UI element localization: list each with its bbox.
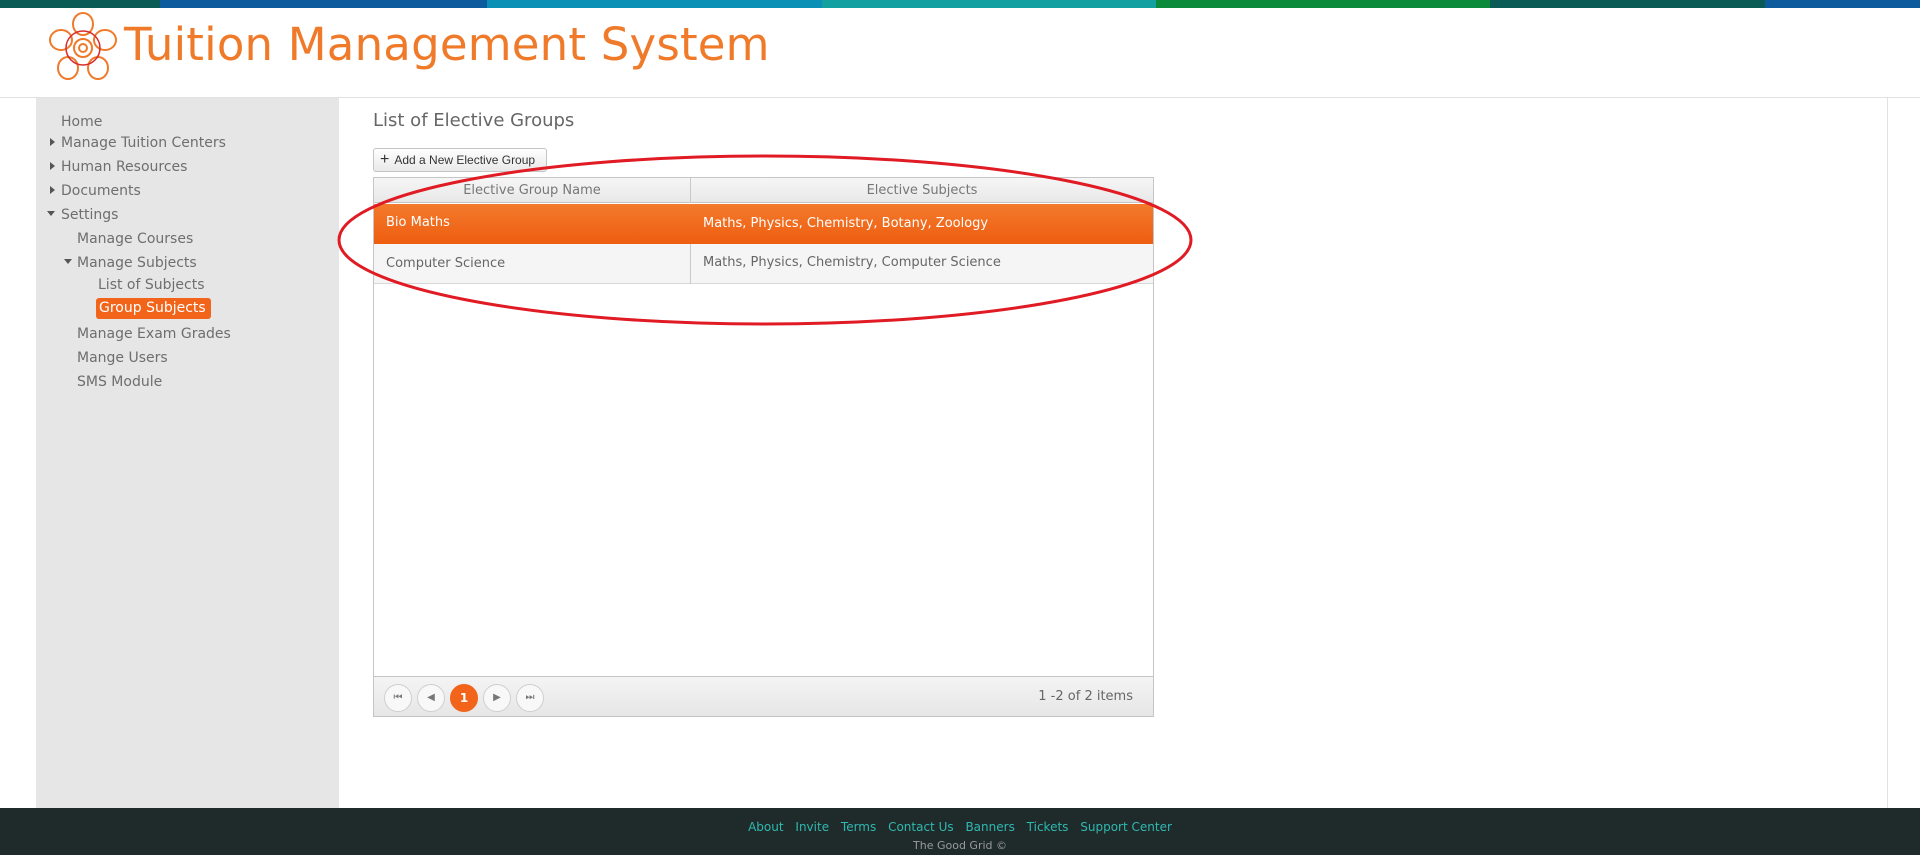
page-number-button[interactable]: 1	[450, 684, 478, 712]
cell-elective-subjects: Maths, Physics, Chemistry, Botany, Zoolo…	[703, 216, 989, 231]
add-elective-group-button[interactable]: + Add a New Elective Group	[373, 148, 547, 172]
cell-group-name: Computer Science	[386, 256, 506, 271]
elective-groups-grid: Elective Group Name Elective Subjects Bi…	[373, 177, 1154, 717]
content-right-border	[1887, 98, 1888, 808]
footer-link-banners[interactable]: Banners	[965, 820, 1014, 834]
footer-link-about[interactable]: About	[748, 820, 783, 834]
sidebar-item-home[interactable]: Home	[61, 113, 102, 131]
footer-link-contact-us[interactable]: Contact Us	[888, 820, 954, 834]
footer-link-tickets[interactable]: Tickets	[1027, 820, 1069, 834]
next-page-icon[interactable]: ▶	[483, 684, 511, 712]
footer-link-terms[interactable]: Terms	[841, 820, 876, 834]
first-page-icon[interactable]: ⏮	[384, 684, 412, 712]
page-footer: About Invite Terms Contact Us Banners Ti…	[0, 808, 1920, 855]
page-title: List of Elective Groups	[373, 110, 575, 131]
previous-page-icon[interactable]: ◀	[417, 684, 445, 712]
grid-header: Elective Group Name Elective Subjects	[374, 178, 1153, 203]
table-row[interactable]: Computer Science Maths, Physics, Chemist…	[374, 244, 1153, 284]
collapse-arrow-icon[interactable]	[47, 211, 55, 216]
footer-link-invite[interactable]: Invite	[795, 820, 829, 834]
sidebar-item-settings[interactable]: Settings	[61, 206, 118, 224]
column-header-elective-subjects[interactable]: Elective Subjects	[691, 178, 1153, 203]
expand-arrow-icon[interactable]	[50, 138, 55, 146]
sidebar-item-human-resources[interactable]: Human Resources	[61, 158, 187, 176]
expand-arrow-icon[interactable]	[50, 162, 55, 170]
sidebar-item-list-of-subjects[interactable]: List of Subjects	[98, 276, 205, 294]
sidebar-item-manage-courses[interactable]: Manage Courses	[77, 230, 193, 248]
sidebar-item-sms-module[interactable]: SMS Module	[77, 373, 162, 391]
cell-elective-subjects: Maths, Physics, Chemistry, Computer Scie…	[703, 255, 1001, 270]
pager-info: 1 -2 of 2 items	[1038, 689, 1133, 704]
grid-pager: ⏮ ◀ 1 ▶ ⏭ 1 -2 of 2 items	[374, 676, 1153, 716]
expand-arrow-icon[interactable]	[50, 186, 55, 194]
flower-logo-icon	[49, 12, 117, 80]
sidebar-item-documents[interactable]: Documents	[61, 182, 141, 200]
app-title: Tuition Management System	[124, 18, 770, 71]
footer-link-support-center[interactable]: Support Center	[1080, 820, 1172, 834]
footer-copyright: The Good Grid ©	[913, 839, 1007, 852]
last-page-icon[interactable]: ⏭	[516, 684, 544, 712]
sidebar-item-manage-subjects[interactable]: Manage Subjects	[77, 254, 197, 272]
footer-links: About Invite Terms Contact Us Banners Ti…	[0, 820, 1920, 834]
add-elective-group-label: Add a New Elective Group	[394, 153, 536, 167]
sidebar-item-manage-tuition-centers[interactable]: Manage Tuition Centers	[61, 134, 226, 152]
table-row[interactable]: Bio Maths Maths, Physics, Chemistry, Bot…	[374, 204, 1153, 244]
top-color-stripe	[0, 0, 1920, 8]
collapse-arrow-icon[interactable]	[64, 259, 72, 264]
cell-group-name: Bio Maths	[386, 215, 450, 230]
sidebar-item-manage-exam-grades[interactable]: Manage Exam Grades	[77, 325, 231, 343]
sidebar-item-group-subjects[interactable]: Group Subjects	[96, 298, 211, 319]
app-header: Tuition Management System	[0, 8, 1920, 98]
sidebar-item-mange-users[interactable]: Mange Users	[77, 349, 168, 367]
plus-icon: +	[380, 151, 390, 168]
column-header-group-name[interactable]: Elective Group Name	[374, 178, 690, 203]
sidebar: Home Manage Tuition Centers Human Resour…	[36, 98, 339, 808]
